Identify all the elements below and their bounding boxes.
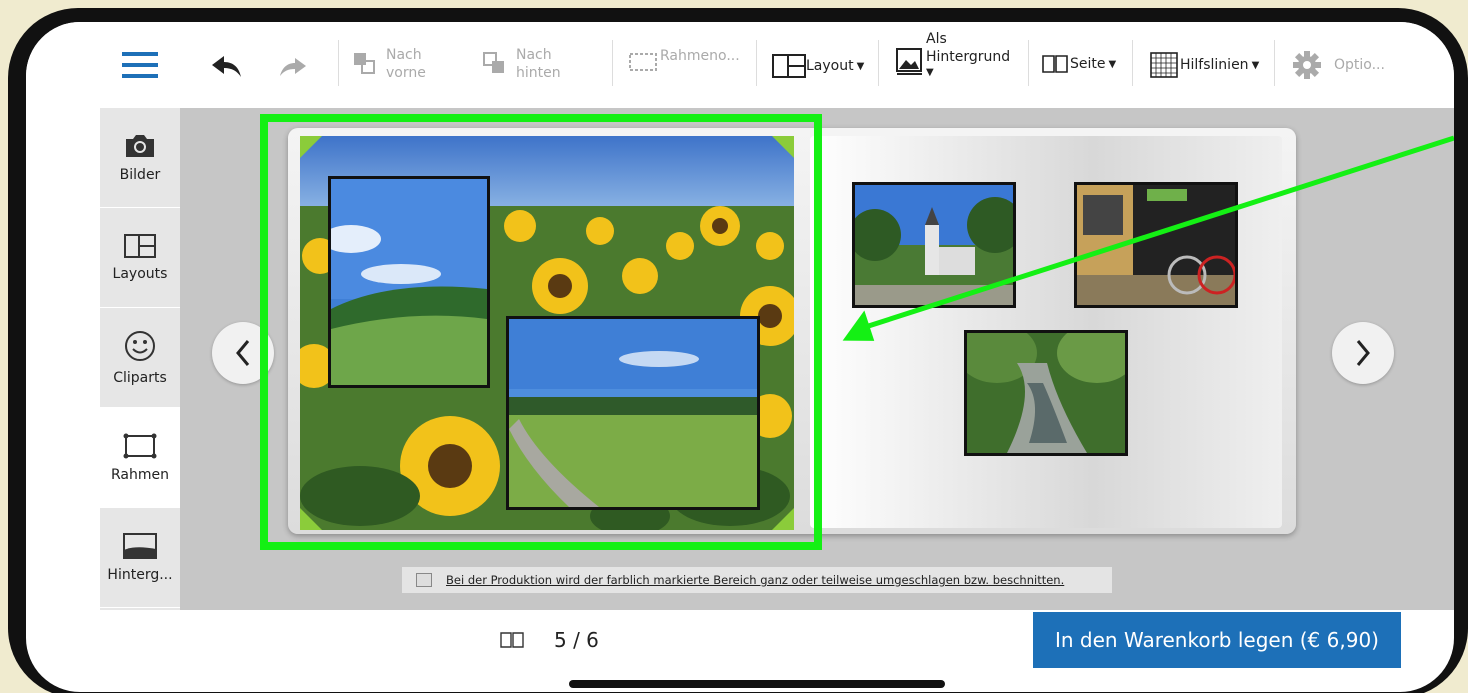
guidelines-dropdown[interactable]: Hilfslinien ▼: [1150, 52, 1259, 78]
production-note: Bei der Produktion wird der farblich mar…: [402, 567, 1112, 593]
page-indicator[interactable]: 5 / 6: [500, 628, 599, 652]
sidebar-item-layouts[interactable]: Layouts: [100, 208, 180, 308]
redo-button[interactable]: [280, 58, 306, 78]
image-icon: [896, 48, 922, 75]
toolbar-divider: [878, 40, 879, 86]
layout-icon: [124, 233, 156, 258]
frame-icon: [629, 53, 657, 71]
highlight-arrow: [842, 135, 1454, 341]
toolbar-divider: [338, 40, 339, 86]
home-indicator[interactable]: [569, 680, 945, 688]
sidebar-item-cliparts[interactable]: Cliparts: [100, 308, 180, 408]
set-as-background-label: Als Hintergrund ▼: [926, 31, 1011, 78]
set-as-background-button[interactable]: Als Hintergrund ▼: [896, 30, 1010, 80]
background-icon: [123, 532, 157, 559]
sidebar-item-rahmen[interactable]: Rahmen: [100, 408, 180, 508]
hamburger-icon: [122, 52, 158, 78]
chevron-down-icon: ▼: [856, 60, 865, 72]
page-label: Seite: [1070, 56, 1106, 72]
bring-forward-label: Nach vorne: [386, 47, 426, 81]
guidelines-label: Hilfslinien: [1180, 57, 1249, 73]
frame-options-button[interactable]: Rahmeno...: [628, 48, 740, 72]
sidebar-item-label: Bilder: [119, 166, 161, 183]
send-backward-button[interactable]: Nach hinten: [482, 46, 561, 82]
sidebar-item-label: Rahmen: [111, 466, 169, 483]
toolbar-divider: [756, 40, 757, 86]
production-note-text: Bei der Produktion wird der farblich mar…: [446, 573, 1065, 587]
sidebar-item-label: Cliparts: [113, 369, 167, 386]
options-button[interactable]: Optio...: [1292, 50, 1385, 80]
layout-icon: [772, 54, 806, 78]
chevron-down-icon: ▼: [1251, 59, 1260, 71]
toolbar-divider: [1274, 40, 1275, 86]
menu-button[interactable]: [122, 52, 158, 78]
toolbar-divider: [1132, 40, 1133, 86]
sidebar-item-bilder[interactable]: Bilder: [100, 108, 180, 208]
sidebar-item-hintergrund[interactable]: Hinterg...: [100, 508, 180, 608]
editor-canvas: Bei der Produktion wird der farblich mar…: [180, 108, 1454, 610]
send-backward-icon: [483, 52, 504, 73]
frame-icon: [123, 433, 157, 458]
tool-sidebar: Bilder Layouts Cliparts Rahmen Hinterg..…: [100, 108, 180, 610]
sidebar-item-label: Hinterg...: [107, 566, 173, 583]
chevron-down-icon: ▼: [926, 67, 934, 78]
smiley-icon: [125, 330, 155, 361]
redo-icon: [280, 58, 306, 76]
add-to-cart-label: In den Warenkorb legen (€ 6,90): [1055, 628, 1379, 652]
undo-button[interactable]: [212, 56, 242, 78]
bring-forward-icon: [354, 53, 375, 74]
marked-area-swatch: [416, 573, 432, 587]
gear-icon: [1293, 51, 1321, 79]
toolbar-divider: [612, 40, 613, 86]
toolbar-divider: [1028, 40, 1029, 86]
toolbar: Nach vorne Nach hinten Rahmeno... Layout ▼ …: [26, 22, 1454, 108]
page-dropdown[interactable]: Seite ▼: [1042, 54, 1116, 74]
chevron-down-icon: ▼: [1108, 58, 1117, 70]
layout-label: Layout: [806, 58, 854, 74]
options-label: Optio...: [1334, 57, 1385, 73]
frame-options-label: Rahmeno...: [660, 48, 740, 64]
sidebar-item-label: Layouts: [112, 265, 168, 282]
phone-frame: Nach vorne Nach hinten Rahmeno... Layout ▼ …: [8, 8, 1468, 693]
layout-dropdown[interactable]: Layout ▼: [772, 54, 864, 78]
undo-icon: [212, 56, 241, 77]
book-icon: [500, 632, 524, 648]
add-to-cart-button[interactable]: In den Warenkorb legen (€ 6,90): [1033, 612, 1401, 668]
page-number: 5 / 6: [554, 628, 599, 652]
camera-icon: [126, 134, 154, 157]
grid-icon: [1150, 52, 1178, 78]
send-backward-label: Nach hinten: [516, 47, 561, 81]
app-screen: Nach vorne Nach hinten Rahmeno... Layout ▼ …: [26, 22, 1454, 692]
bring-forward-button[interactable]: Nach vorne: [352, 46, 426, 82]
book-icon: [1042, 55, 1068, 73]
